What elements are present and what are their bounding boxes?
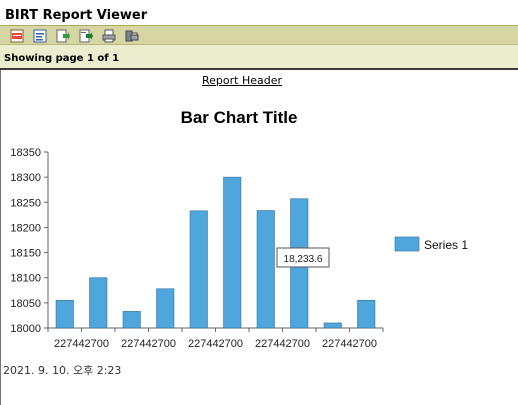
y-tick-label: 18300 xyxy=(10,172,41,184)
bar[interactable] xyxy=(357,300,376,329)
bar[interactable] xyxy=(89,277,108,329)
print-server-icon[interactable] xyxy=(125,29,139,43)
bar[interactable] xyxy=(122,311,141,329)
page-status: Showing page 1 of 1 xyxy=(0,45,518,70)
x-tick-label: 227442700 xyxy=(255,338,310,350)
y-tick-label: 18200 xyxy=(10,222,41,234)
bar[interactable] xyxy=(323,322,342,329)
legend-label: Series 1 xyxy=(424,238,468,252)
bar[interactable] xyxy=(55,300,74,329)
x-tick-label: 227442700 xyxy=(121,338,176,350)
toc-icon[interactable] xyxy=(10,29,24,43)
tooltip-text: 18,233.6 xyxy=(284,254,323,265)
x-tick-label: 227442700 xyxy=(322,338,377,350)
x-axis: 227442700 227442700 227442700 227442700 2274… xyxy=(47,327,384,350)
export-data-icon[interactable] xyxy=(56,29,70,43)
x-tick-label: 227442700 xyxy=(54,338,109,350)
bar[interactable] xyxy=(256,210,275,329)
bar[interactable] xyxy=(156,288,175,329)
y-tick-label: 18350 xyxy=(10,147,41,159)
report-timestamp: 2021. 9. 10. 오후 2:23 xyxy=(3,364,122,377)
report-content: Report Header Bar Chart Title 18000 18050… xyxy=(0,70,518,405)
tooltip: 18,233.6 xyxy=(276,247,330,268)
legend-swatch xyxy=(394,236,420,252)
parameters-icon[interactable] xyxy=(33,29,47,43)
y-tick-label: 18100 xyxy=(10,273,41,285)
chart-title: Bar Chart Title xyxy=(181,108,298,127)
bar[interactable] xyxy=(223,176,242,329)
report-header: Report Header xyxy=(201,74,282,87)
y-tick-label: 18150 xyxy=(10,248,41,260)
export-report-icon[interactable] xyxy=(79,29,93,43)
y-tick-label: 18250 xyxy=(10,197,41,209)
legend: Series 1 xyxy=(394,236,468,252)
toolbar xyxy=(0,25,518,45)
bar[interactable] xyxy=(189,210,208,329)
x-tick-label: 227442700 xyxy=(188,338,243,350)
y-tick-label: 18000 xyxy=(10,323,41,335)
y-tick-label: 18050 xyxy=(10,298,41,310)
viewer-title: BIRT Report Viewer xyxy=(0,0,518,25)
bar-chart: Bar Chart Title 18000 18050 18100 18150 1820… xyxy=(10,108,468,350)
y-axis: 18000 18050 18100 18150 18200 18250 18300 18350 xyxy=(10,147,49,335)
print-icon[interactable] xyxy=(102,29,116,43)
